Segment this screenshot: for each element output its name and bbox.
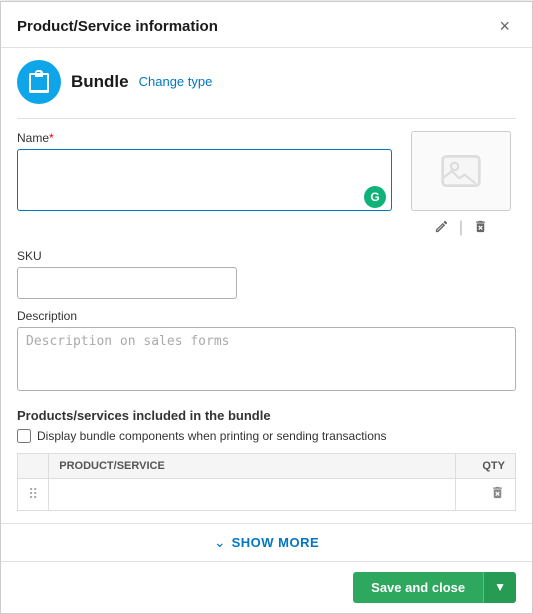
image-section: | xyxy=(406,131,516,239)
drag-handle-icon[interactable]: ⠿ xyxy=(28,486,38,502)
bundle-section-title: Products/services included in the bundle xyxy=(17,408,516,423)
save-button-group: Save and close ▼ xyxy=(353,572,516,603)
image-action-divider: | xyxy=(459,219,463,237)
image-actions: | xyxy=(432,217,490,239)
modal-header: Product/Service information × xyxy=(1,2,532,48)
description-input[interactable] xyxy=(17,327,516,391)
sku-section: SKU xyxy=(17,249,516,299)
product-type-icon xyxy=(17,60,61,104)
show-more-label: SHOW MORE xyxy=(232,535,320,550)
grammarly-icon[interactable]: G xyxy=(364,186,386,208)
description-label: Description xyxy=(17,309,516,323)
product-image-placeholder xyxy=(411,131,511,211)
modal-body: Bundle Change type Name* G xyxy=(1,48,532,523)
table-row: ⠿ xyxy=(18,478,516,510)
name-field-container: Name* G xyxy=(17,131,392,239)
bundle-table: PRODUCT/SERVICE QTY ⠿ xyxy=(17,453,516,511)
change-type-link[interactable]: Change type xyxy=(139,74,213,89)
name-input[interactable] xyxy=(17,149,392,211)
save-and-close-button[interactable]: Save and close xyxy=(353,572,483,603)
section-divider xyxy=(17,118,516,119)
product-service-modal: Product/Service information × Bundle Cha… xyxy=(0,1,533,614)
name-input-wrap: G xyxy=(17,149,392,214)
table-header-row: PRODUCT/SERVICE QTY xyxy=(18,453,516,478)
sku-input[interactable] xyxy=(17,267,237,299)
bundle-checkbox-label: Display bundle components when printing … xyxy=(37,429,387,443)
description-section: Description xyxy=(17,309,516,394)
close-button[interactable]: × xyxy=(493,14,516,39)
col-drag xyxy=(18,453,49,478)
product-type-row: Bundle Change type xyxy=(17,60,516,104)
edit-image-button[interactable] xyxy=(432,217,451,239)
chevron-down-icon: ⌄ xyxy=(214,534,226,551)
name-image-section: Name* G xyxy=(17,131,516,239)
modal-footer: Save and close ▼ xyxy=(1,561,532,613)
delete-cell xyxy=(456,478,516,510)
save-dropdown-button[interactable]: ▼ xyxy=(483,572,516,603)
sku-label: SKU xyxy=(17,249,516,263)
drag-cell: ⠿ xyxy=(18,478,49,510)
col-qty: QTY xyxy=(456,453,516,478)
bundle-checkbox[interactable] xyxy=(17,429,31,443)
col-product-service: PRODUCT/SERVICE xyxy=(49,453,456,478)
delete-row-button[interactable] xyxy=(490,485,505,504)
bundle-section: Products/services included in the bundle… xyxy=(17,408,516,511)
product-type-label: Bundle xyxy=(71,72,129,92)
show-more-row[interactable]: ⌄ SHOW MORE xyxy=(1,523,532,561)
product-service-cell[interactable] xyxy=(49,478,456,510)
modal-title: Product/Service information xyxy=(17,18,218,35)
name-label: Name* xyxy=(17,131,392,145)
delete-image-button[interactable] xyxy=(471,217,490,239)
bundle-checkbox-row: Display bundle components when printing … xyxy=(17,429,516,443)
